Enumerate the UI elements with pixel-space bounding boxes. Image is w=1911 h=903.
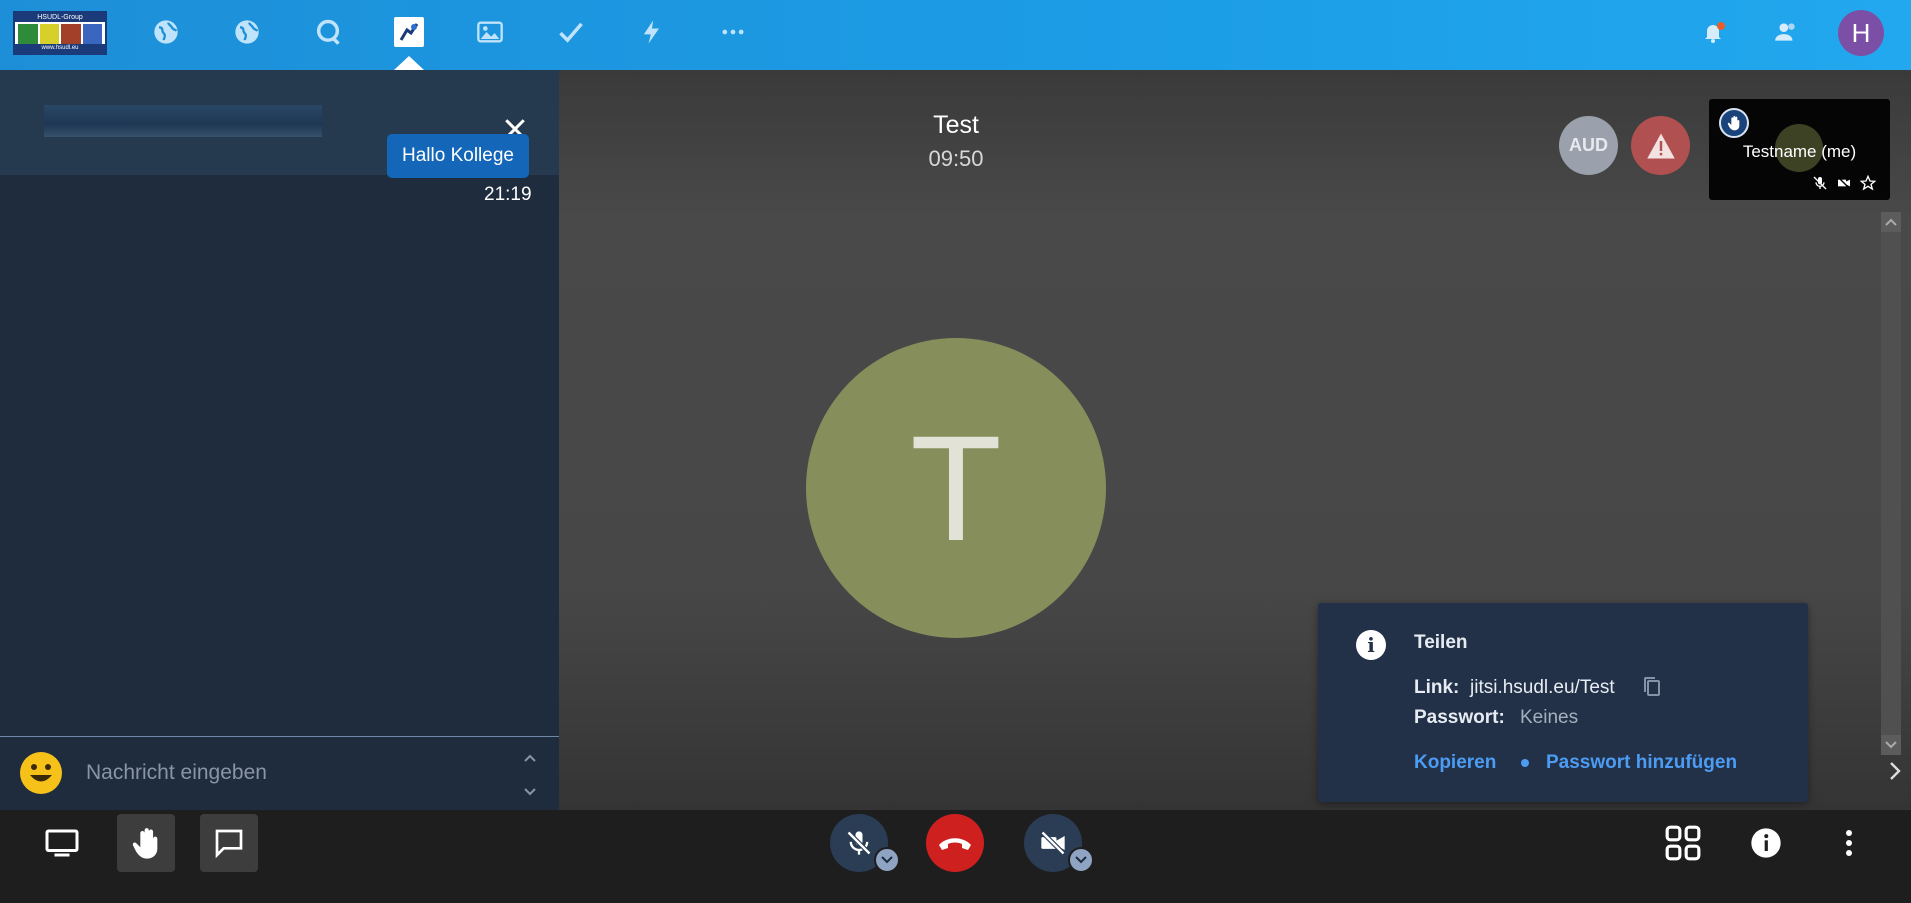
- add-password-button[interactable]: Passwort hinzufügen: [1546, 752, 1737, 774]
- separator-dot: [1521, 759, 1529, 767]
- participant-avatar-letter: T: [910, 403, 1002, 572]
- info-button[interactable]: [1737, 814, 1795, 872]
- logo[interactable]: HSUDL-Group www.hsudl.eu: [13, 11, 107, 55]
- copy-button[interactable]: Kopieren: [1414, 752, 1496, 774]
- active-nav-indicator: [394, 56, 424, 70]
- emoji-picker-icon[interactable]: [20, 752, 62, 794]
- image-icon[interactable]: [474, 16, 506, 48]
- hangup-icon: [939, 838, 971, 850]
- more-actions-button[interactable]: [1820, 814, 1878, 872]
- filmstrip-scrollbar[interactable]: [1881, 212, 1901, 755]
- jitsi-app-icon[interactable]: [394, 17, 424, 47]
- more-vertical-icon: [1846, 830, 1852, 856]
- video-settings-chevron-icon[interactable]: [1068, 847, 1094, 873]
- chat-message-time: 21:19: [484, 184, 532, 205]
- screen-share-button[interactable]: [33, 814, 91, 872]
- hangup-button[interactable]: [926, 814, 984, 872]
- tile-view-button[interactable]: [1654, 814, 1712, 872]
- raise-hand-button[interactable]: [117, 814, 175, 872]
- chat-search-icon[interactable]: [312, 16, 344, 48]
- tile-view-icon: [1665, 825, 1701, 861]
- camera-off-small-icon: [1837, 176, 1851, 190]
- info-popup-title: Teilen: [1414, 632, 1468, 653]
- chat-toggle-button[interactable]: [200, 814, 258, 872]
- toggle-filmstrip-icon[interactable]: [1887, 760, 1903, 787]
- raised-hand-indicator-icon: [1719, 108, 1749, 138]
- more-icon[interactable]: [717, 16, 749, 48]
- chat-icon: [215, 829, 243, 859]
- chat-panel: [0, 70, 559, 810]
- bell-icon[interactable]: [1697, 16, 1729, 48]
- info-icon: [1751, 828, 1781, 858]
- warning-icon[interactable]: [1631, 116, 1690, 175]
- input-scroll-arrows[interactable]: [520, 747, 540, 803]
- raise-hand-icon: [132, 828, 158, 859]
- top-navigation-bar: HSUDL-Group www.hsudl.eu H: [0, 0, 1911, 70]
- meeting-link[interactable]: jitsi.hsudl.eu/Test: [1470, 677, 1615, 699]
- conference-title: Test: [933, 111, 979, 139]
- audio-only-badge: AUD: [1559, 116, 1618, 175]
- audio-settings-chevron-icon[interactable]: [874, 847, 900, 873]
- chat-message-input[interactable]: [86, 755, 506, 791]
- conference-timer: 09:50: [928, 146, 984, 171]
- contacts-icon[interactable]: [1770, 16, 1802, 48]
- password-value: Keines: [1520, 707, 1579, 728]
- logo-text-top: HSUDL-Group: [15, 13, 105, 22]
- copy-link-icon[interactable]: [1642, 676, 1662, 703]
- check-icon[interactable]: [555, 16, 587, 48]
- bolt-icon[interactable]: [636, 16, 668, 48]
- user-avatar[interactable]: H: [1838, 10, 1884, 56]
- chat-message-bubble: Hallo Kollege: [387, 134, 529, 178]
- notification-dot: [1717, 22, 1725, 30]
- pin-star-icon[interactable]: [1860, 175, 1876, 191]
- thumbnail-name: Testname (me): [1742, 142, 1857, 161]
- logo-text-bottom: www.hsudl.eu: [15, 44, 105, 53]
- mic-muted-icon: [846, 830, 872, 856]
- thumbnail-status-icons: [1812, 175, 1884, 193]
- globe-icon[interactable]: [150, 16, 182, 48]
- password-label: Passwort:: [1414, 707, 1505, 728]
- info-circle-icon: i: [1356, 630, 1386, 660]
- mic-muted-small-icon: [1813, 176, 1827, 190]
- link-label: Link:: [1414, 677, 1460, 698]
- logo-graphic: [18, 24, 102, 44]
- screen-share-icon: [45, 829, 79, 857]
- chat-image-attachment[interactable]: [44, 105, 322, 137]
- chat-input-row: [0, 736, 559, 810]
- camera-off-icon: [1040, 830, 1066, 856]
- globe-icon-2[interactable]: [231, 16, 263, 48]
